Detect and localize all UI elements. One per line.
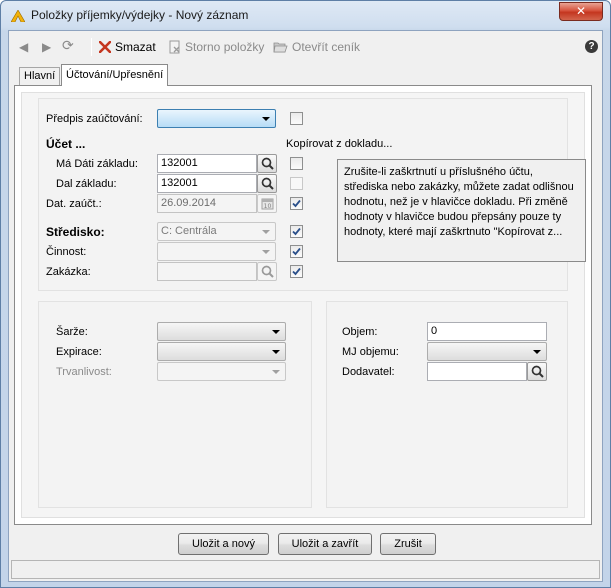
date-picker-button[interactable]: 10 — [257, 194, 277, 213]
stredisko-select[interactable]: C: Centrála — [157, 222, 276, 241]
zakazka-input[interactable] — [157, 262, 257, 281]
dal-input[interactable]: 132001 — [157, 174, 257, 193]
save-and-new-button[interactable]: Uložit a nový — [178, 533, 269, 555]
mj-objemu-label: MJ objemu: — [342, 346, 399, 358]
dat-zauct-input[interactable]: 26.09.2014 — [157, 194, 257, 213]
refresh-icon[interactable]: ⟳ — [62, 37, 74, 53]
cinnost-label: Činnost: — [46, 246, 87, 258]
chevron-down-icon — [272, 350, 280, 354]
trvanlivost-label: Trvanlivost: — [56, 366, 112, 378]
stredisko-checkbox[interactable] — [290, 225, 303, 238]
dat-zauct-checkbox[interactable] — [290, 197, 303, 210]
title-bar[interactable]: Položky příjemky/výdejky - Nový záznam ✕ — [1, 1, 610, 29]
dialog-window: Položky příjemky/výdejky - Nový záznam ✕… — [0, 0, 611, 588]
ucet-label[interactable]: Účet ... — [46, 137, 85, 151]
cancel-button[interactable]: Zrušit — [380, 533, 436, 555]
objem-label: Objem: — [342, 326, 378, 338]
delete-button[interactable]: Smazat — [99, 40, 156, 54]
tab-panel-uctovani: Předpis zaúčtování: Účet ... Kopírovat z… — [14, 85, 592, 525]
toolbar-separator — [91, 38, 92, 56]
check-icon — [292, 267, 301, 276]
expirace-label: Expirace: — [56, 346, 102, 358]
chevron-down-icon — [262, 250, 270, 254]
chevron-down-icon — [272, 370, 280, 374]
dialog-client: ◀ ▶ ⟳ Smazat Storno položky Otevřít cení… — [8, 30, 603, 582]
forward-icon[interactable]: ▶ — [42, 40, 51, 54]
stredisko-value: C: Centrála — [161, 225, 217, 237]
mj-objemu-select[interactable] — [427, 342, 547, 361]
ma-dati-label: Má Dáti základu: — [56, 158, 138, 170]
save-and-close-button[interactable]: Uložit a zavřít — [278, 533, 372, 555]
expirace-select[interactable] — [157, 342, 286, 361]
predpis-select[interactable] — [157, 109, 276, 128]
storno-label: Storno položky — [185, 40, 265, 54]
chevron-down-icon — [533, 350, 541, 354]
zakazka-checkbox[interactable] — [290, 265, 303, 278]
svg-text:10: 10 — [264, 203, 272, 210]
open-pricelist-button[interactable]: Otevřít ceník — [273, 40, 360, 54]
back-icon[interactable]: ◀ — [19, 40, 28, 54]
dodavatel-input[interactable] — [427, 362, 527, 381]
ma-dati-search-button[interactable] — [257, 154, 277, 173]
dal-label: Dal základu: — [56, 178, 117, 190]
trvanlivost-select[interactable] — [157, 362, 286, 381]
close-button[interactable]: ✕ — [559, 2, 603, 21]
sarze-label: Šarže: — [56, 326, 88, 338]
check-icon — [292, 227, 301, 236]
check-icon — [292, 199, 301, 208]
open-pricelist-label: Otevřít ceník — [292, 40, 361, 54]
ma-dati-checkbox[interactable] — [290, 157, 303, 170]
tab-uctovani-upresneni[interactable]: Účtování/Upřesnění — [61, 64, 169, 86]
cinnost-checkbox[interactable] — [290, 245, 303, 258]
predpis-label: Předpis zaúčtování: — [46, 113, 143, 125]
window-title: Položky příjemky/výdejky - Nový záznam — [31, 8, 249, 22]
folder-icon — [273, 42, 288, 53]
tab-hlavni[interactable]: Hlavní — [19, 67, 61, 85]
search-icon — [261, 157, 274, 170]
search-icon — [531, 365, 544, 378]
ma-dati-input[interactable]: 132001 — [157, 154, 257, 173]
dal-checkbox[interactable] — [290, 177, 303, 190]
stredisko-label: Středisko: — [46, 225, 105, 239]
delete-x-icon — [99, 41, 111, 53]
objem-input[interactable]: 0 — [427, 322, 547, 341]
zakazka-label: Zakázka: — [46, 266, 91, 278]
info-message: Zrušite-li zaškrtnutí u příslušného účtu… — [337, 159, 586, 262]
zakazka-search-button[interactable] — [257, 262, 277, 281]
predpis-checkbox[interactable] — [290, 112, 303, 125]
help-icon[interactable]: ? — [585, 40, 598, 53]
cinnost-select[interactable] — [157, 242, 276, 261]
dodavatel-label: Dodavatel: — [342, 366, 395, 378]
dodavatel-search-button[interactable] — [527, 362, 547, 381]
dat-zauct-label: Dat. zaúčt.: — [46, 198, 102, 210]
check-icon — [292, 247, 301, 256]
storno-button[interactable]: Storno položky — [169, 40, 264, 54]
search-icon — [261, 177, 274, 190]
search-icon — [261, 265, 274, 278]
dal-search-button[interactable] — [257, 174, 277, 193]
copy-from-doc-label: Kopírovat z dokladu... — [286, 138, 393, 150]
chevron-down-icon — [262, 230, 270, 234]
tab-strip: Hlavní Účtování/Upřesnění — [9, 64, 602, 86]
document-cancel-icon — [169, 40, 180, 54]
chevron-down-icon — [272, 330, 280, 334]
status-bar — [11, 560, 600, 579]
toolbar: ◀ ▶ ⟳ Smazat Storno položky Otevřít cení… — [9, 31, 602, 63]
app-logo-icon — [11, 10, 25, 22]
chevron-down-icon — [262, 117, 270, 121]
delete-label: Smazat — [115, 40, 156, 54]
sarze-select[interactable] — [157, 322, 286, 341]
calendar-icon: 10 — [261, 198, 274, 210]
